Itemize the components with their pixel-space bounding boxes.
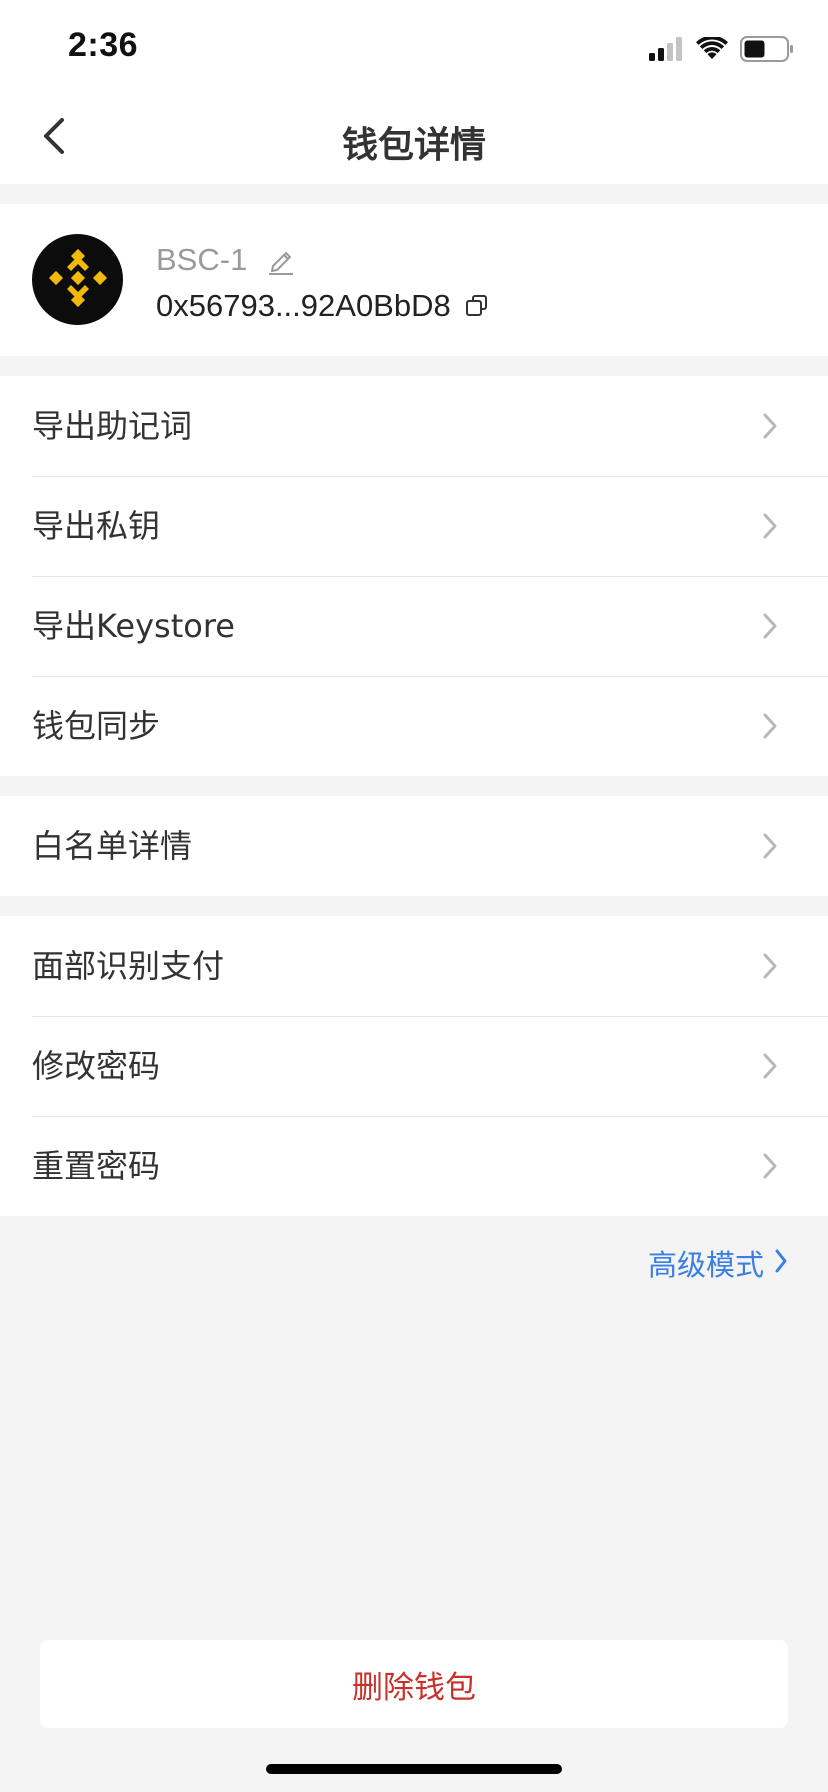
wallet-address-row: 0x56793...92A0BbD8 — [156, 284, 489, 328]
row-label: 导出助记词 — [32, 407, 193, 445]
chevron-right-icon — [756, 612, 784, 640]
row-label: 导出Keystore — [32, 607, 235, 645]
change-password-row[interactable]: 修改密码 — [0, 1016, 828, 1116]
face-id-payment-row[interactable]: 面部识别支付 — [0, 916, 828, 1016]
wallet-name-row: BSC-1 — [156, 238, 295, 282]
status-icons — [648, 34, 794, 68]
whitelist-details-row[interactable]: 白名单详情 — [0, 796, 828, 896]
export-keystore-row[interactable]: 导出Keystore — [0, 576, 828, 676]
row-label: 修改密码 — [32, 1047, 161, 1085]
chevron-right-icon — [756, 412, 784, 440]
status-time: 2:36 — [68, 26, 139, 64]
copy-icon[interactable] — [465, 294, 489, 318]
chevron-right-icon — [756, 832, 784, 860]
chevron-right-icon — [774, 1248, 788, 1278]
row-label: 钱包同步 — [32, 707, 161, 745]
wifi-icon — [696, 35, 728, 65]
export-private-key-row[interactable]: 导出私钥 — [0, 476, 828, 576]
row-label: 重置密码 — [32, 1147, 161, 1185]
status-bar: 2:36 — [0, 0, 828, 92]
bnb-logo-icon — [47, 247, 109, 313]
export-settings-group: 导出助记词 导出私钥 导出Keystore 钱包同步 — [0, 376, 828, 776]
battery-icon — [740, 36, 794, 66]
row-label: 白名单详情 — [32, 827, 193, 865]
row-label: 面部识别支付 — [32, 947, 225, 985]
wallet-sync-row[interactable]: 钱包同步 — [0, 676, 828, 776]
chevron-right-icon — [756, 1052, 784, 1080]
reset-password-row[interactable]: 重置密码 — [0, 1116, 828, 1216]
cellular-signal-icon — [648, 37, 684, 65]
delete-wallet-button[interactable]: 删除钱包 — [40, 1640, 788, 1728]
chevron-right-icon — [756, 712, 784, 740]
wallet-address: 0x56793...92A0BbD8 — [156, 288, 451, 323]
edit-icon[interactable] — [267, 245, 295, 275]
chevron-right-icon — [756, 1152, 784, 1180]
chevron-right-icon — [756, 952, 784, 980]
wallet-card: BSC-1 0x56793...92A0BbD8 — [0, 204, 828, 356]
home-indicator — [266, 1764, 562, 1774]
navigation-bar: 钱包详情 — [0, 92, 828, 184]
whitelist-group: 白名单详情 — [0, 796, 828, 896]
wallet-avatar — [32, 234, 123, 325]
export-mnemonic-row[interactable]: 导出助记词 — [0, 376, 828, 476]
wallet-name: BSC-1 — [156, 242, 248, 277]
delete-wallet-label: 删除钱包 — [352, 1669, 476, 1706]
advanced-mode-label: 高级模式 — [647, 1248, 764, 1282]
page-title: 钱包详情 — [341, 125, 486, 166]
row-label: 导出私钥 — [32, 507, 161, 545]
security-settings-group: 面部识别支付 修改密码 重置密码 — [0, 916, 828, 1216]
advanced-mode-link[interactable]: 高级模式 — [648, 1242, 788, 1284]
chevron-right-icon — [756, 512, 784, 540]
